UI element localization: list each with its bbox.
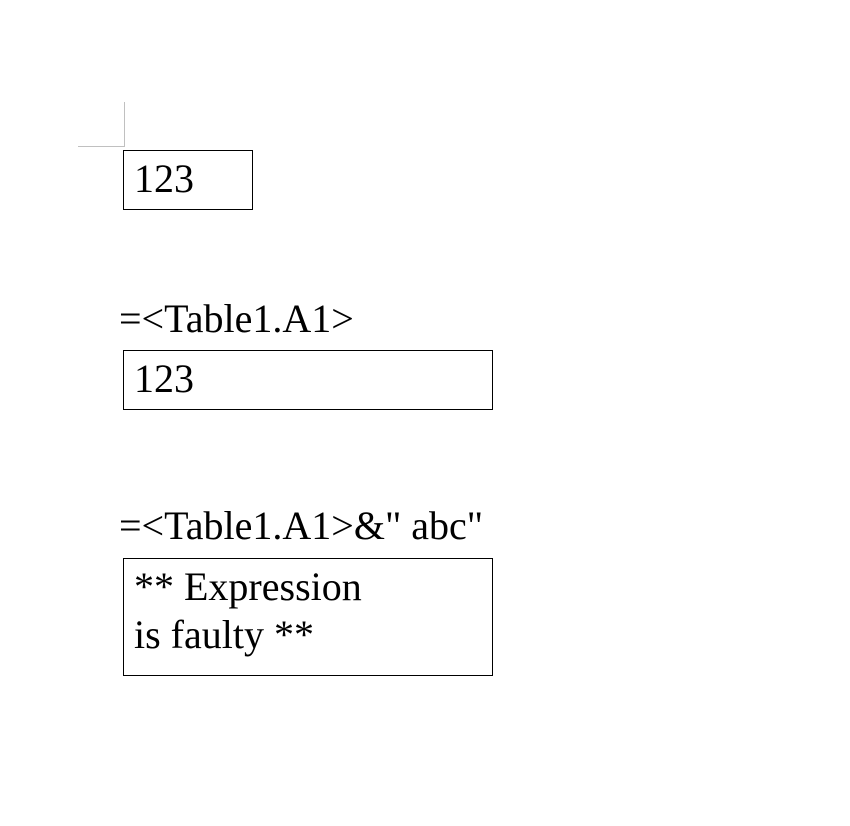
table-cell-2[interactable]: 123 — [123, 350, 493, 410]
table-cell-1-value: 123 — [134, 156, 194, 201]
table-cell-3-line2: is faulty ** — [134, 611, 482, 659]
page-margin-guide-h — [78, 146, 125, 147]
table-cell-3-line1: ** Expression — [134, 563, 482, 611]
formula-label-3[interactable]: =<Table1.A1>&" abc" — [119, 502, 483, 550]
table-cell-2-value: 123 — [134, 356, 194, 401]
table-cell-3[interactable]: ** Expression is faulty ** — [123, 558, 493, 676]
page-margin-guide-v — [124, 102, 125, 147]
table-cell-1[interactable]: 123 — [123, 150, 253, 210]
formula-label-2[interactable]: =<Table1.A1> — [119, 295, 354, 343]
